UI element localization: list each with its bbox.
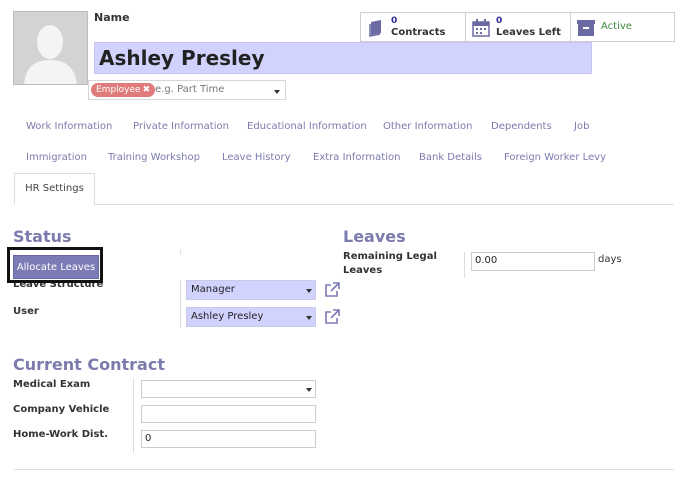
contracts-label: Contracts: [391, 27, 446, 38]
leaves-left-count: 0: [496, 16, 503, 26]
tab-foreign-worker-levy[interactable]: Foreign Worker Levy: [504, 152, 606, 163]
user-value: Ashley Presley: [191, 311, 264, 322]
remaining-leaves-label-line2: Leaves: [343, 265, 383, 276]
leaves-left-label: Leaves Left: [496, 27, 561, 38]
external-link-icon[interactable]: [324, 309, 340, 325]
tab-divider: [14, 204, 674, 205]
name-label: Name: [94, 11, 130, 24]
contracts-button[interactable]: 0 Contracts: [360, 12, 466, 42]
category-placeholder: e.g. Part Time: [155, 84, 225, 95]
chevron-down-icon[interactable]: [306, 289, 312, 293]
user-label: User: [13, 306, 39, 317]
section-divider: [14, 469, 674, 470]
tab-training-workshop[interactable]: Training Workshop: [108, 152, 200, 163]
medical-exam-label: Medical Exam: [13, 379, 91, 390]
field-separator: [464, 252, 465, 278]
home-work-distance-label: Home-Work Dist.: [13, 429, 109, 440]
current-contract-section-title: Current Contract: [13, 355, 165, 374]
leaves-section-title: Leaves: [343, 227, 406, 246]
external-link-icon[interactable]: [324, 282, 340, 298]
chevron-down-icon[interactable]: [274, 90, 280, 94]
field-separator: [133, 378, 134, 453]
tab-other-information[interactable]: Other Information: [383, 121, 472, 132]
employee-tag-label: Employee: [96, 85, 141, 95]
active-toggle-button[interactable]: Active: [570, 12, 675, 42]
person-silhouette-icon: [14, 12, 87, 84]
chevron-down-icon[interactable]: [306, 316, 312, 320]
remove-tag-icon[interactable]: ✖: [143, 85, 151, 95]
book-icon: [369, 20, 381, 37]
tab-leave-history[interactable]: Leave History: [222, 152, 291, 163]
tab-work-information[interactable]: Work Information: [26, 121, 112, 132]
tab-immigration[interactable]: Immigration: [26, 152, 87, 163]
tab-hr-settings[interactable]: HR Settings: [14, 173, 95, 205]
employee-avatar[interactable]: [13, 11, 88, 85]
tab-bank-details[interactable]: Bank Details: [419, 152, 482, 163]
leaves-left-button[interactable]: 0 Leaves Left: [465, 12, 571, 42]
status-section-title: Status: [13, 227, 72, 246]
user-select[interactable]: Ashley Presley: [186, 307, 316, 327]
tab-private-information[interactable]: Private Information: [133, 121, 229, 132]
company-vehicle-input[interactable]: [141, 405, 316, 423]
employee-tag: Employee ✖: [91, 83, 156, 97]
archive-icon: [577, 20, 595, 36]
leave-structure-select[interactable]: Manager: [186, 280, 316, 300]
medical-exam-select[interactable]: [141, 380, 316, 398]
chevron-down-icon[interactable]: [306, 388, 312, 392]
leave-structure-value: Manager: [191, 284, 235, 295]
remaining-leaves-label-line1: Remaining Legal: [343, 251, 437, 262]
allocate-leaves-highlight: [7, 247, 103, 283]
field-separator: [180, 250, 181, 255]
contracts-count: 0: [391, 16, 398, 26]
field-separator: [180, 280, 181, 328]
calendar-icon: [472, 19, 490, 37]
company-vehicle-label: Company Vehicle: [13, 404, 110, 415]
tab-job[interactable]: Job: [574, 121, 589, 132]
category-tags-field[interactable]: Employee ✖ e.g. Part Time: [88, 80, 286, 100]
employee-name-input[interactable]: Ashley Presley: [94, 42, 592, 74]
active-label: Active: [601, 21, 632, 32]
tab-extra-information[interactable]: Extra Information: [313, 152, 400, 163]
remaining-leaves-input[interactable]: 0.00: [471, 252, 595, 271]
days-unit-label: days: [598, 254, 622, 265]
tab-educational-information[interactable]: Educational Information: [247, 121, 367, 132]
home-work-distance-input[interactable]: 0: [141, 430, 316, 448]
tab-dependents[interactable]: Dependents: [491, 121, 552, 132]
